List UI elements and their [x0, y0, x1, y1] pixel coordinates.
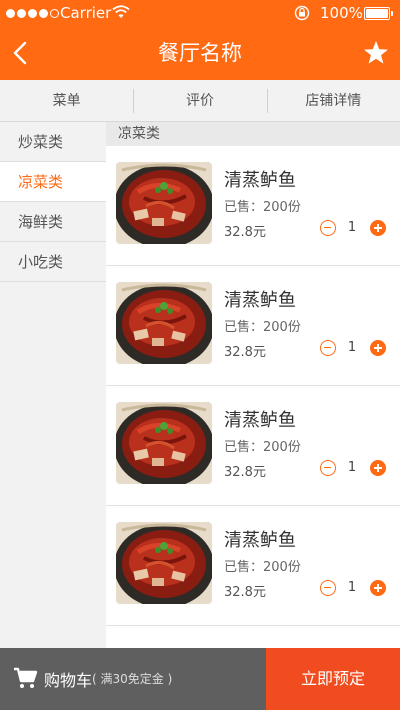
category-stir-fry[interactable]: 炒菜类	[0, 122, 106, 162]
dish-image	[116, 522, 212, 604]
dish-price: 32.8元	[224, 465, 266, 480]
category-seafood[interactable]: 海鲜类	[0, 202, 106, 242]
tab-reviews[interactable]: 评价	[133, 80, 266, 121]
quantity-stepper: 1	[318, 219, 388, 239]
menu-item[interactable]: 清蒸鲈鱼 已售：200份 32.8元 1	[106, 146, 400, 266]
tab-store-details[interactable]: 店铺详情	[266, 80, 400, 121]
dish-name: 清蒸鲈鱼	[224, 530, 296, 551]
category-cold-dishes[interactable]: 凉菜类	[0, 162, 106, 202]
cart-note: ( 满30免定金 )	[92, 672, 173, 686]
quantity-stepper: 1	[318, 459, 388, 479]
plus-circle-icon[interactable]	[370, 580, 386, 596]
tab-bar: 菜单 评价 店铺详情	[0, 80, 400, 122]
cart-button[interactable]: 购物车 ( 满30免定金 )	[0, 648, 266, 710]
app-header: Carrier 100% 餐厅名称	[0, 0, 400, 80]
quantity-stepper: 1	[318, 339, 388, 359]
section-header: 凉菜类	[106, 122, 400, 146]
plus-circle-icon[interactable]	[370, 460, 386, 476]
tab-menu[interactable]: 菜单	[0, 80, 133, 121]
dish-name: 清蒸鲈鱼	[224, 290, 296, 311]
menu-item[interactable]: 清蒸鲈鱼 已售：200份 32.8元 1	[106, 266, 400, 386]
dish-sold-count: 已售：200份	[224, 560, 301, 575]
minus-circle-icon[interactable]	[320, 580, 336, 596]
menu-item[interactable]: 清蒸鲈鱼 已售：200份 32.8元 1	[106, 386, 400, 506]
category-snacks[interactable]: 小吃类	[0, 242, 106, 282]
favorite-star-icon[interactable]	[360, 37, 392, 69]
battery-icon	[364, 7, 393, 20]
dish-name: 清蒸鲈鱼	[224, 170, 296, 191]
dish-sold-count: 已售：200份	[224, 200, 301, 215]
rotation-lock-icon	[294, 5, 310, 21]
dish-price: 32.8元	[224, 225, 266, 240]
plus-circle-icon[interactable]	[370, 220, 386, 236]
plus-circle-icon[interactable]	[370, 340, 386, 356]
back-button[interactable]	[6, 36, 36, 70]
dish-sold-count: 已售：200份	[224, 320, 301, 335]
signal-strength-icon	[6, 9, 59, 18]
wifi-icon	[112, 5, 130, 18]
quantity-stepper: 1	[318, 579, 388, 599]
dish-price: 32.8元	[224, 585, 266, 600]
quantity-value: 1	[347, 460, 357, 475]
bottom-bar: 购物车 ( 满30免定金 ) 立即预定	[0, 648, 400, 710]
menu-item[interactable]: 清蒸鲈鱼 已售：200份 32.8元 1	[106, 506, 400, 626]
dish-name: 清蒸鲈鱼	[224, 410, 296, 431]
dish-image	[116, 402, 212, 484]
dish-image	[116, 282, 212, 364]
book-now-button[interactable]: 立即预定	[266, 648, 400, 710]
minus-circle-icon[interactable]	[320, 220, 336, 236]
minus-circle-icon[interactable]	[320, 460, 336, 476]
cart-icon	[14, 667, 38, 688]
quantity-value: 1	[347, 340, 357, 355]
status-bar: Carrier 100%	[0, 0, 400, 26]
battery-percent: 100%	[320, 4, 363, 22]
dish-sold-count: 已售：200份	[224, 440, 301, 455]
dish-image	[116, 162, 212, 244]
quantity-value: 1	[347, 580, 357, 595]
quantity-value: 1	[347, 220, 357, 235]
menu-list: 凉菜类 清蒸鲈鱼 已售：200份 32.8元 1 清蒸鲈鱼 已售：200份 32…	[106, 122, 400, 648]
page-title: 餐厅名称	[158, 41, 242, 65]
category-sidebar: 炒菜类 凉菜类 海鲜类 小吃类	[0, 122, 106, 648]
minus-circle-icon[interactable]	[320, 340, 336, 356]
cart-label: 购物车	[44, 671, 93, 690]
carrier-name: Carrier	[60, 4, 112, 22]
dish-price: 32.8元	[224, 345, 266, 360]
